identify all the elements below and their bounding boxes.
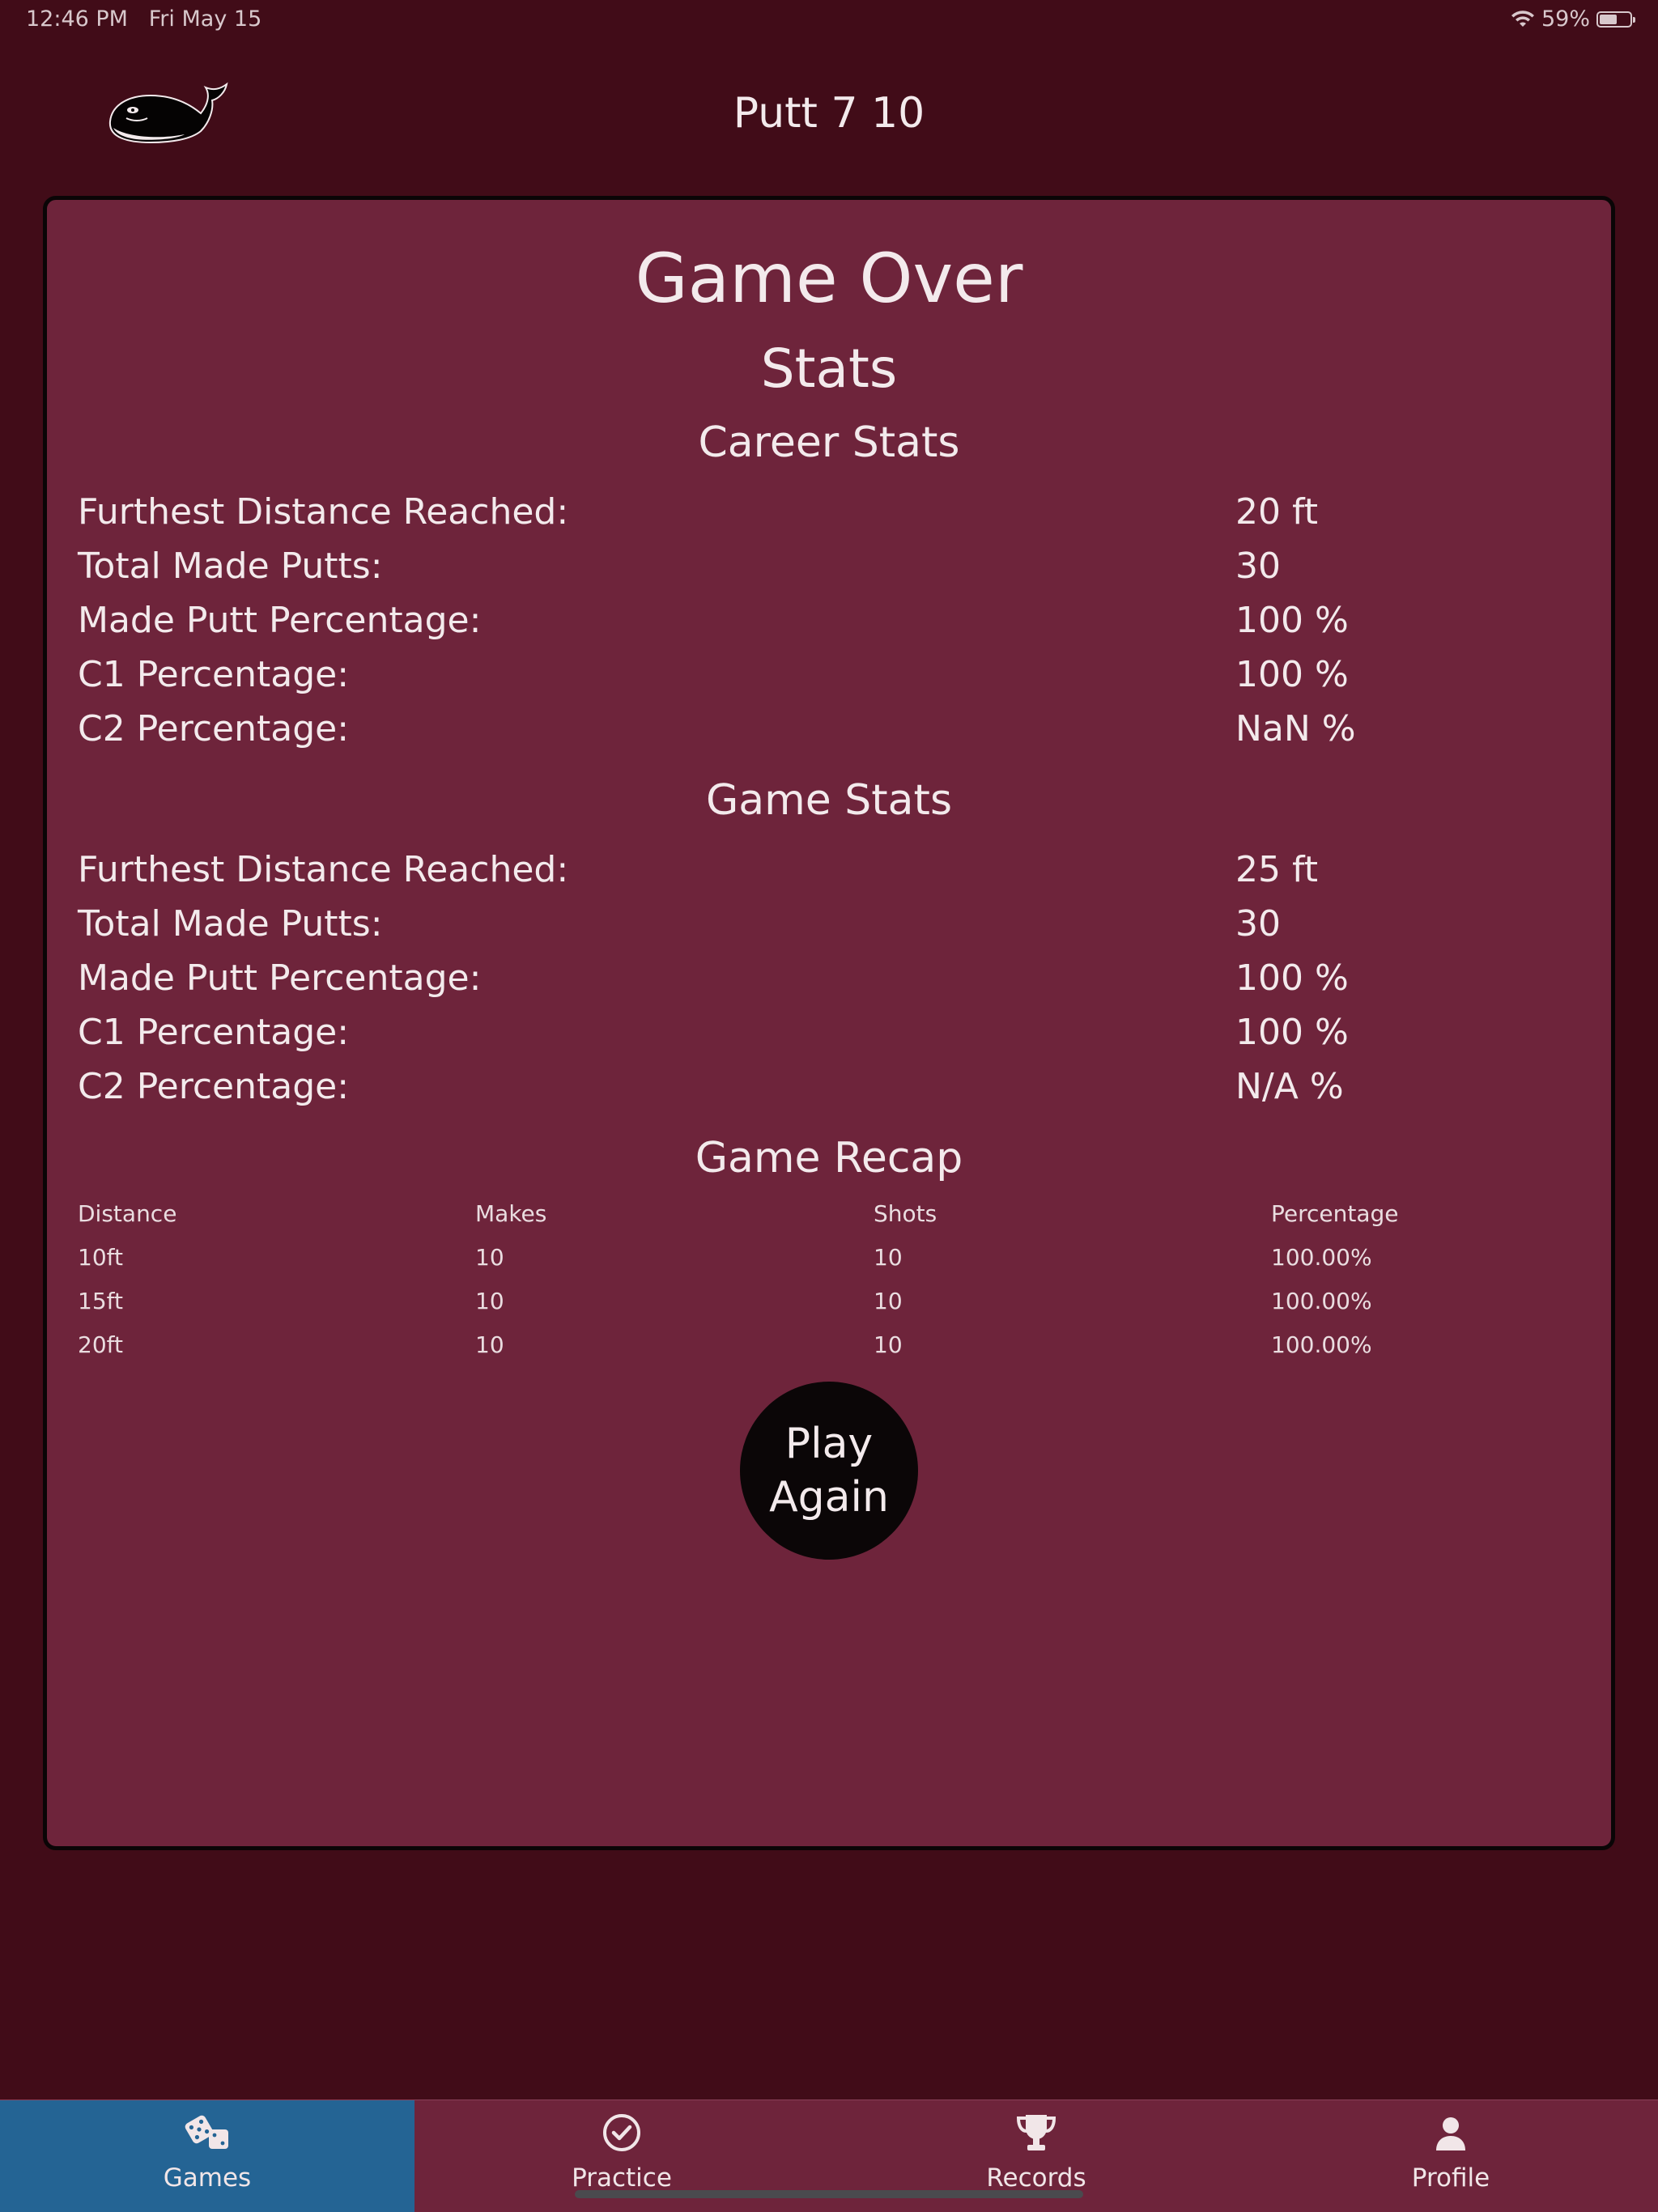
wifi-icon <box>1511 10 1534 27</box>
game-stat-row: C2 Percentage: N/A % <box>78 1066 1584 1114</box>
tab-label: Practice <box>572 2163 672 2193</box>
game-recap-heading: Game Recap <box>695 1134 963 1182</box>
tab-label: Records <box>986 2163 1086 2193</box>
game-stat-row: Furthest Distance Reached: 25 ft <box>78 849 1584 898</box>
recap-column-header: Makes <box>475 1200 547 1227</box>
stat-label: C1 Percentage: <box>78 654 350 695</box>
career-stat-row: Made Putt Percentage: 100 % <box>78 600 1584 648</box>
stat-label: Total Made Putts: <box>78 903 383 945</box>
recap-cell: 10ft <box>78 1244 123 1271</box>
stat-label: Furthest Distance Reached: <box>78 491 569 533</box>
trophy-icon <box>1016 2115 1056 2150</box>
game-over-card: Game Over Stats Career Stats Furthest Di… <box>43 196 1615 1850</box>
play-again-label: Play Again <box>756 1417 902 1524</box>
recap-cell: 10 <box>874 1244 903 1271</box>
status-time-text: 12:46 PM <box>26 6 128 32</box>
recap-cell: 10 <box>874 1331 903 1358</box>
recap-column-header: Percentage <box>1271 1200 1399 1227</box>
status-time: 12:46 PM Fri May 15 <box>26 6 261 32</box>
stat-value: 100 % <box>1235 654 1349 695</box>
recap-cell: 10 <box>475 1244 504 1271</box>
career-stats-heading: Career Stats <box>698 418 960 467</box>
career-stat-row: Total Made Putts: 30 <box>78 546 1584 594</box>
recap-cell: 100.00% <box>1271 1288 1372 1314</box>
status-indicators: 59% <box>1511 6 1635 32</box>
stat-label: C1 Percentage: <box>78 1012 350 1053</box>
status-date-text: Fri May 15 <box>148 6 262 32</box>
stat-value: NaN % <box>1235 708 1356 749</box>
game-over-title: Game Over <box>635 239 1023 318</box>
stat-label: C2 Percentage: <box>78 708 350 749</box>
recap-cell: 20ft <box>78 1331 123 1358</box>
battery-percentage: 59% <box>1541 6 1590 32</box>
stat-value: 30 <box>1235 903 1281 945</box>
tab-label: Profile <box>1411 2163 1490 2193</box>
game-stat-row: Made Putt Percentage: 100 % <box>78 957 1584 1006</box>
recap-row: 10ft 10 10 100.00% <box>78 1244 1584 1276</box>
recap-cell: 15ft <box>78 1288 123 1314</box>
stat-value: 25 ft <box>1235 849 1318 890</box>
game-stat-row: Total Made Putts: 30 <box>78 903 1584 952</box>
stat-value: 100 % <box>1235 957 1349 999</box>
header-title: Putt 7 10 <box>733 89 925 138</box>
recap-cell: 10 <box>475 1288 504 1314</box>
stat-label: Furthest Distance Reached: <box>78 849 569 890</box>
play-again-line2: Again <box>769 1473 889 1522</box>
recap-row: 20ft 10 10 100.00% <box>78 1331 1584 1364</box>
home-indicator[interactable] <box>575 2190 1083 2198</box>
stats-heading: Stats <box>760 338 898 400</box>
recap-header-row: Distance Makes Shots Percentage <box>78 1200 1584 1233</box>
dice-icon <box>185 2115 228 2149</box>
play-again-line1: Play <box>784 1420 874 1468</box>
tab-profile[interactable]: Profile <box>1244 2100 1658 2212</box>
recap-column-header: Distance <box>78 1200 177 1227</box>
game-stat-row: C1 Percentage: 100 % <box>78 1012 1584 1060</box>
person-icon <box>1436 2117 1465 2150</box>
stat-value: N/A % <box>1235 1066 1344 1107</box>
game-stats-heading: Game Stats <box>705 776 953 825</box>
recap-cell: 100.00% <box>1271 1331 1372 1358</box>
play-again-button[interactable]: Play Again <box>740 1382 918 1560</box>
stat-label: C2 Percentage: <box>78 1066 350 1107</box>
stat-label: Made Putt Percentage: <box>78 957 482 999</box>
recap-cell: 10 <box>874 1288 903 1314</box>
career-stat-row: C2 Percentage: NaN % <box>78 708 1584 757</box>
status-bar: 12:46 PM Fri May 15 59% <box>0 0 1658 39</box>
recap-row: 15ft 10 10 100.00% <box>78 1288 1584 1320</box>
checkmark-circle-icon <box>603 2114 640 2151</box>
tab-label: Games <box>163 2163 252 2193</box>
career-stat-row: Furthest Distance Reached: 20 ft <box>78 491 1584 540</box>
battery-icon <box>1596 11 1635 28</box>
stat-value: 100 % <box>1235 1012 1349 1053</box>
recap-cell: 10 <box>475 1331 504 1358</box>
stat-value: 100 % <box>1235 600 1349 641</box>
recap-cell: 100.00% <box>1271 1244 1372 1271</box>
career-stat-row: C1 Percentage: 100 % <box>78 654 1584 703</box>
recap-column-header: Shots <box>874 1200 937 1227</box>
stat-value: 30 <box>1235 546 1281 587</box>
header: Putt 7 10 <box>0 71 1658 160</box>
stat-label: Total Made Putts: <box>78 546 383 587</box>
stat-label: Made Putt Percentage: <box>78 600 482 641</box>
stat-value: 20 ft <box>1235 491 1318 533</box>
tab-games[interactable]: Games <box>0 2100 414 2212</box>
